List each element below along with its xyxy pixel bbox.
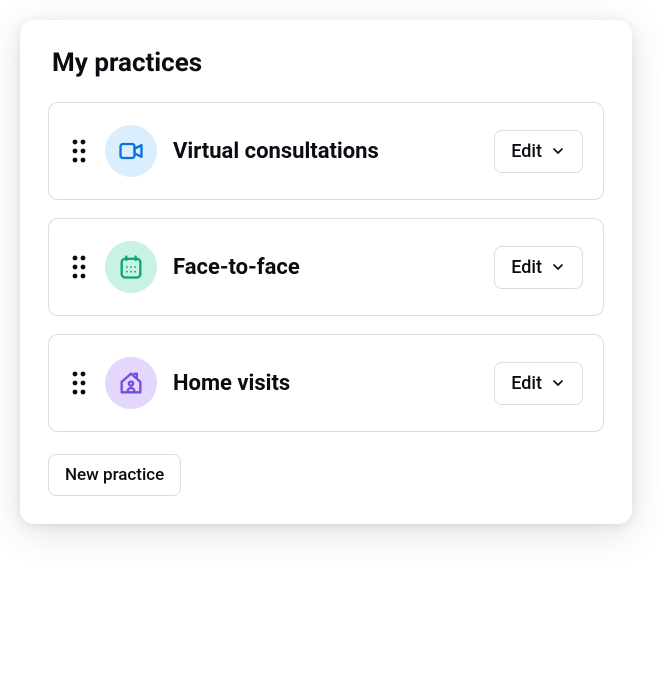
practice-label: Virtual consultations [173, 139, 478, 164]
edit-button-label: Edit [511, 373, 542, 394]
edit-button[interactable]: Edit [494, 246, 583, 289]
chevron-down-icon [550, 259, 566, 275]
edit-button-label: Edit [511, 257, 542, 278]
practice-list: Virtual consultations Edit [48, 102, 604, 432]
drag-handle-icon[interactable] [69, 368, 89, 398]
edit-button[interactable]: Edit [494, 362, 583, 405]
practice-label: Face-to-face [173, 255, 478, 280]
practice-label: Home visits [173, 371, 478, 396]
drag-handle-icon[interactable] [69, 252, 89, 282]
my-practices-card: My practices Virtual consultations Edit [20, 20, 632, 524]
drag-handle-icon[interactable] [69, 136, 89, 166]
practice-row: Home visits Edit [48, 334, 604, 432]
chevron-down-icon [550, 375, 566, 391]
video-icon [105, 125, 157, 177]
practice-row: Virtual consultations Edit [48, 102, 604, 200]
new-practice-button[interactable]: New practice [48, 454, 181, 496]
edit-button-label: Edit [511, 141, 542, 162]
edit-button[interactable]: Edit [494, 130, 583, 173]
practice-row: Face-to-face Edit [48, 218, 604, 316]
chevron-down-icon [550, 143, 566, 159]
calendar-icon [105, 241, 157, 293]
page-title: My practices [52, 48, 604, 78]
home-person-icon [105, 357, 157, 409]
